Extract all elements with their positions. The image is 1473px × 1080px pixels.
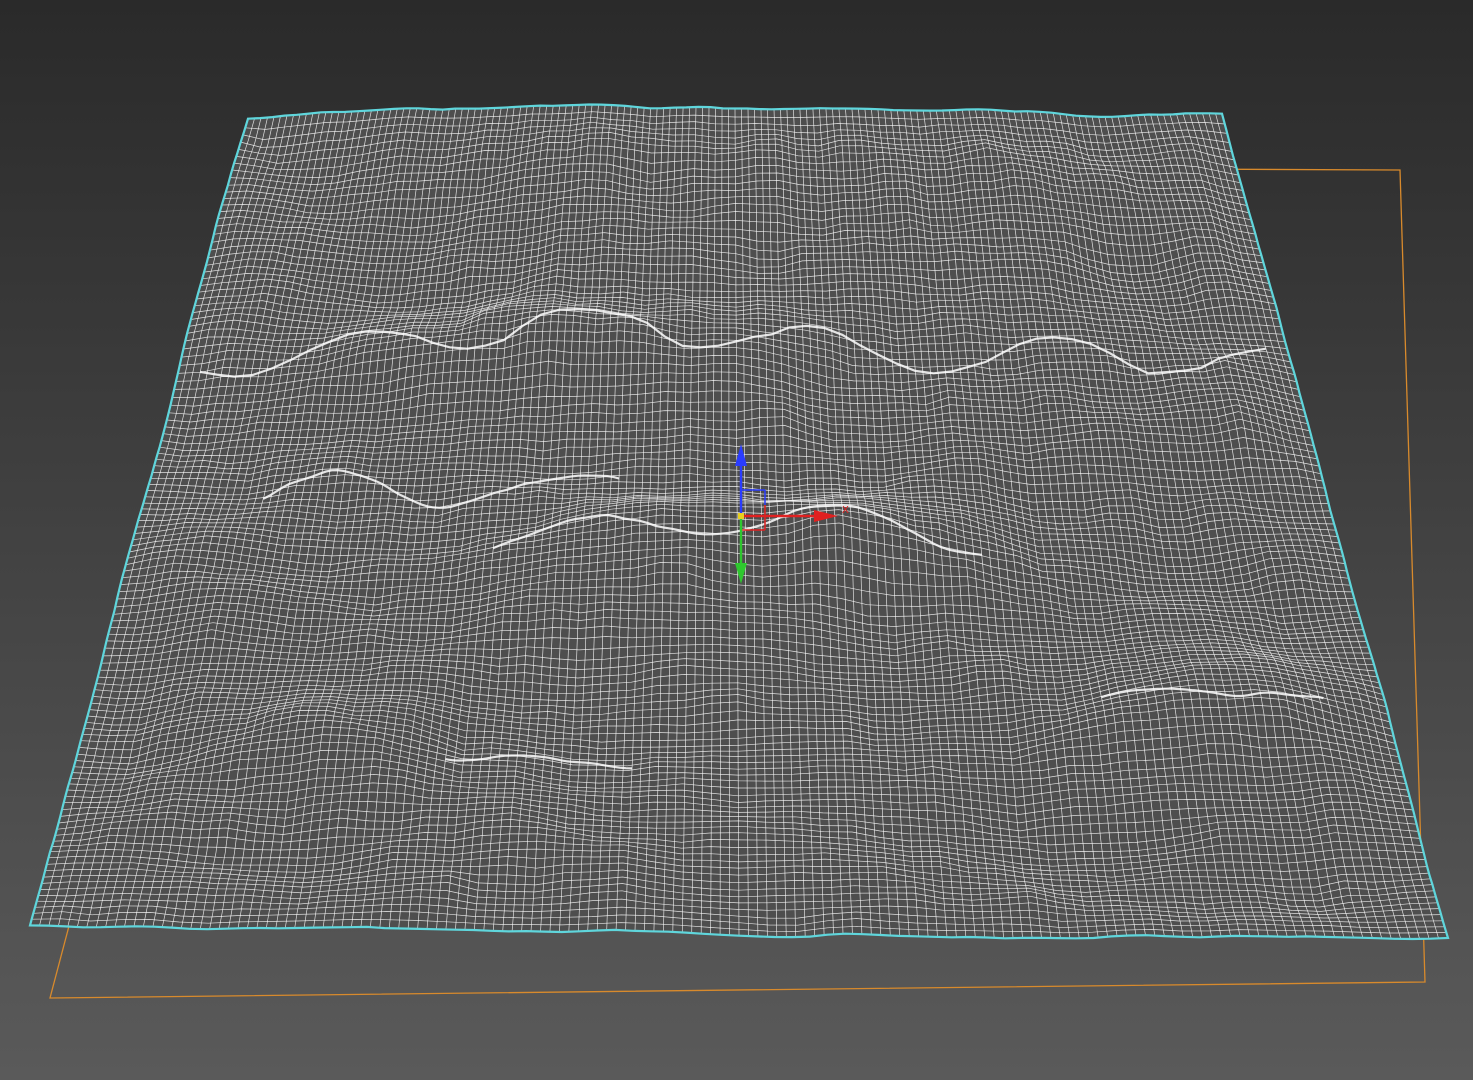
terrain-scene[interactable]: X xyxy=(0,0,1473,1080)
3d-viewport[interactable]: X xyxy=(0,0,1473,1080)
gizmo-x-label: X xyxy=(842,505,849,516)
gizmo-center-handle[interactable] xyxy=(738,513,744,519)
